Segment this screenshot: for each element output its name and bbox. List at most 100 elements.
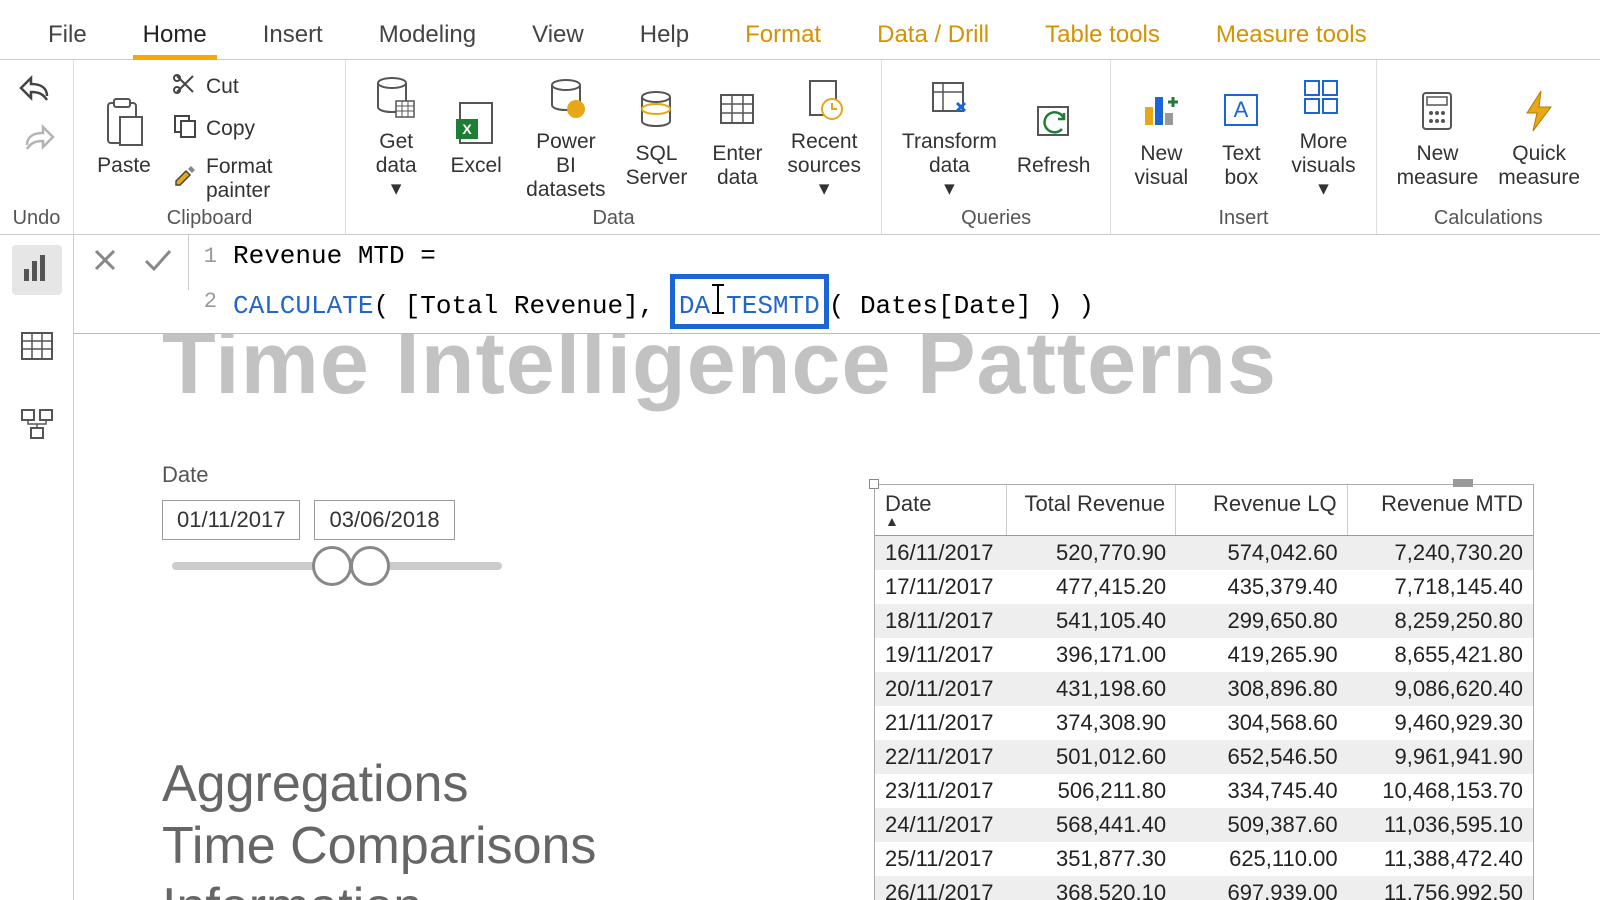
table-row[interactable]: 18/11/2017541,105.40299,650.808,259,250.…: [875, 604, 1533, 638]
cancel-formula-button[interactable]: [88, 243, 122, 282]
refresh-label: Refresh: [1017, 154, 1091, 178]
copy-button[interactable]: Copy: [168, 111, 331, 147]
formula-editor[interactable]: 1 Revenue MTD = 2 CALCULATE( [Total Reve…: [189, 235, 1600, 333]
view-rail: [0, 235, 74, 900]
col-header-lq[interactable]: Revenue LQ: [1176, 485, 1347, 535]
slider-handle-to[interactable]: [350, 546, 390, 586]
cell-lq: 435,379.40: [1176, 570, 1347, 604]
copy-label: Copy: [206, 117, 255, 141]
table-visual[interactable]: Date ▲ Total Revenue Revenue LQ Revenue …: [874, 484, 1534, 900]
table-row[interactable]: 21/11/2017374,308.90304,568.609,460,929.…: [875, 706, 1533, 740]
cell-mtd: 7,718,145.40: [1348, 570, 1533, 604]
chevron-down-icon: ▾: [819, 176, 830, 201]
model-view-button[interactable]: [12, 401, 62, 451]
cell-lq: 625,110.00: [1176, 842, 1347, 876]
category-item[interactable]: Aggregations: [162, 754, 596, 815]
date-from-input[interactable]: 01/11/2017: [162, 500, 300, 540]
cell-lq: 304,568.60: [1176, 706, 1347, 740]
text-icon: A: [1211, 84, 1271, 138]
format-painter-button[interactable]: Format painter: [168, 153, 331, 205]
cell-mtd: 11,036,595.10: [1348, 808, 1533, 842]
resize-handle[interactable]: [869, 479, 879, 489]
text-box-button[interactable]: A Text box: [1205, 82, 1277, 192]
cell-total: 501,012.60: [1007, 740, 1176, 774]
table-row[interactable]: 20/11/2017431,198.60308,896.809,086,620.…: [875, 672, 1533, 706]
cell-total: 374,308.90: [1007, 706, 1176, 740]
col-header-mtd[interactable]: Revenue MTD: [1348, 485, 1533, 535]
excel-button[interactable]: X Excel: [440, 94, 512, 180]
lightning-icon: [1509, 84, 1569, 138]
tab-home[interactable]: Home: [115, 11, 235, 59]
cell-total: 506,211.80: [1007, 774, 1176, 808]
sql-server-button[interactable]: SQL Server: [620, 82, 694, 192]
table-row[interactable]: 23/11/2017506,211.80334,745.4010,468,153…: [875, 774, 1533, 808]
redo-icon[interactable]: [19, 123, 55, 158]
refresh-icon: [1024, 96, 1084, 150]
scissors-icon: [172, 71, 198, 103]
copy-icon: [172, 113, 198, 145]
slider-handle-from[interactable]: [312, 546, 352, 586]
commit-formula-button[interactable]: [140, 243, 174, 282]
table-row[interactable]: 17/11/2017477,415.20435,379.407,718,145.…: [875, 570, 1533, 604]
undo-icon[interactable]: [19, 74, 55, 109]
drag-handle[interactable]: [1453, 479, 1473, 487]
quick-measure-button[interactable]: Quick measure: [1492, 82, 1586, 192]
data-view-button[interactable]: [12, 323, 62, 373]
cell-lq: 574,042.60: [1176, 536, 1347, 570]
cell-mtd: 11,756,992.50: [1348, 876, 1533, 900]
transform-label: Transform data: [902, 130, 997, 178]
paste-button[interactable]: Paste: [88, 94, 160, 180]
tab-insert[interactable]: Insert: [235, 11, 351, 59]
get-data-label: Get data: [376, 130, 417, 178]
cell-lq: 509,387.60: [1176, 808, 1347, 842]
cell-total: 396,171.00: [1007, 638, 1176, 672]
col-header-total[interactable]: Total Revenue: [1007, 485, 1176, 535]
tab-format[interactable]: Format: [717, 11, 849, 59]
recent-sources-label: Recent sources: [787, 130, 861, 178]
tab-file[interactable]: File: [20, 11, 115, 59]
category-item[interactable]: Time Comparisons: [162, 816, 596, 877]
date-slider[interactable]: [172, 562, 502, 570]
cell-mtd: 8,259,250.80: [1348, 604, 1533, 638]
table-row[interactable]: 24/11/2017568,441.40509,387.6011,036,595…: [875, 808, 1533, 842]
formula-tail: ( Dates[Date] ) ): [829, 291, 1094, 321]
tab-help[interactable]: Help: [612, 11, 717, 59]
refresh-button[interactable]: Refresh: [1011, 94, 1097, 180]
more-visuals-button[interactable]: More visuals ▾: [1285, 70, 1361, 203]
transform-data-button[interactable]: Transform data ▾: [896, 70, 1003, 203]
more-visuals-icon: [1293, 72, 1353, 126]
new-visual-button[interactable]: New visual: [1125, 82, 1197, 192]
sql-icon: [626, 84, 686, 138]
tab-modeling[interactable]: Modeling: [351, 11, 504, 59]
new-measure-button[interactable]: New measure: [1391, 82, 1485, 192]
col-header-date[interactable]: Date ▲: [875, 485, 1007, 535]
cell-total: 368,520.10: [1007, 876, 1176, 900]
table-row[interactable]: 16/11/2017520,770.90574,042.607,240,730.…: [875, 536, 1533, 570]
recent-sources-button[interactable]: Recent sources ▾: [781, 70, 867, 203]
date-to-input[interactable]: 03/06/2018: [314, 500, 454, 540]
table-row[interactable]: 19/11/2017396,171.00419,265.908,655,421.…: [875, 638, 1533, 672]
new-visual-label: New visual: [1135, 142, 1189, 190]
formula-bar: 1 Revenue MTD = 2 CALCULATE( [Total Reve…: [74, 235, 1600, 334]
slicer-label: Date: [162, 462, 502, 488]
line-number: 2: [201, 287, 217, 317]
table-row[interactable]: 25/11/2017351,877.30625,110.0011,388,472…: [875, 842, 1533, 876]
cell-date: 19/11/2017: [875, 638, 1007, 672]
table-row[interactable]: 22/11/2017501,012.60652,546.509,961,941.…: [875, 740, 1533, 774]
tab-view[interactable]: View: [504, 11, 612, 59]
report-view-button[interactable]: [12, 245, 62, 295]
scrollbar[interactable]: [1529, 645, 1535, 900]
tab-datadrill[interactable]: Data / Drill: [849, 11, 1017, 59]
table-row[interactable]: 26/11/2017368,520.10697,939.0011,756,992…: [875, 876, 1533, 900]
tab-tabletools[interactable]: Table tools: [1017, 11, 1188, 59]
category-item[interactable]: Information: [162, 877, 596, 900]
report-canvas[interactable]: Time Intelligence Patterns Date 01/11/20…: [74, 334, 1600, 900]
tab-measuretools[interactable]: Measure tools: [1188, 11, 1395, 59]
calculator-icon: [1407, 84, 1467, 138]
enter-data-button[interactable]: Enter data: [701, 82, 773, 192]
cut-button[interactable]: Cut: [168, 69, 331, 105]
sql-label: SQL Server: [626, 142, 688, 190]
get-data-button[interactable]: Get data ▾: [360, 70, 432, 203]
date-slicer[interactable]: Date 01/11/2017 03/06/2018: [162, 462, 502, 570]
pbi-datasets-button[interactable]: Power BI datasets: [520, 70, 611, 204]
